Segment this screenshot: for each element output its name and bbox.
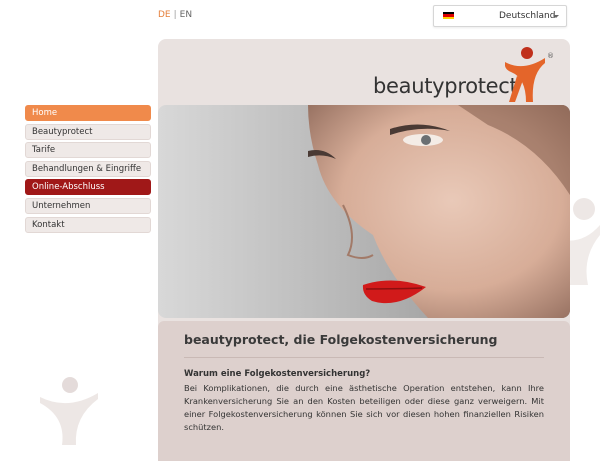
section-body: Bei Komplikationen, die durch eine ästhe… xyxy=(184,383,544,432)
brand-wordmark: beautyprotect xyxy=(373,74,518,98)
nav-item-unternehmen[interactable]: Unternehmen xyxy=(25,197,151,214)
nav-item-tarife[interactable]: Tarife xyxy=(25,142,151,159)
sidebar-nav: Home Beautyprotect Tarife Behandlungen &… xyxy=(25,105,151,235)
divider xyxy=(184,357,544,358)
nav-item-home[interactable]: Home xyxy=(25,105,151,121)
section-question: Warum eine Folgekostenversicherung? xyxy=(184,369,371,379)
country-select[interactable]: Deutschland xyxy=(433,5,567,27)
main-panel: beautyprotect ® beautyprotect, die Folge… xyxy=(158,39,570,461)
nav-item-beautyprotect[interactable]: Beautyprotect xyxy=(25,123,151,140)
nav-item-kontakt[interactable]: Kontakt xyxy=(25,216,151,233)
germany-flag-icon xyxy=(443,12,454,19)
registered-mark: ® xyxy=(547,52,554,60)
brand-logo[interactable]: beautyprotect ® xyxy=(371,46,561,104)
language-de-link[interactable]: DE xyxy=(158,10,171,20)
hero-image xyxy=(158,105,570,318)
page-title: beautyprotect, die Folgekostenversicheru… xyxy=(184,332,498,347)
language-switch: DE | EN xyxy=(158,10,192,20)
intro-section: beautyprotect, die Folgekostenversicheru… xyxy=(158,321,570,461)
watermark-logo-icon xyxy=(40,377,98,445)
nav-item-online-abschluss[interactable]: Online-Abschluss xyxy=(25,179,151,196)
nav-item-behandlungen[interactable]: Behandlungen & Eingriffe xyxy=(25,160,151,177)
language-separator: | xyxy=(173,10,177,20)
country-select-value: Deutschland xyxy=(499,11,556,21)
chevron-down-icon xyxy=(553,15,559,18)
face-photo xyxy=(158,105,570,318)
figure-logo-icon xyxy=(505,47,545,102)
language-en-link[interactable]: EN xyxy=(180,10,192,20)
